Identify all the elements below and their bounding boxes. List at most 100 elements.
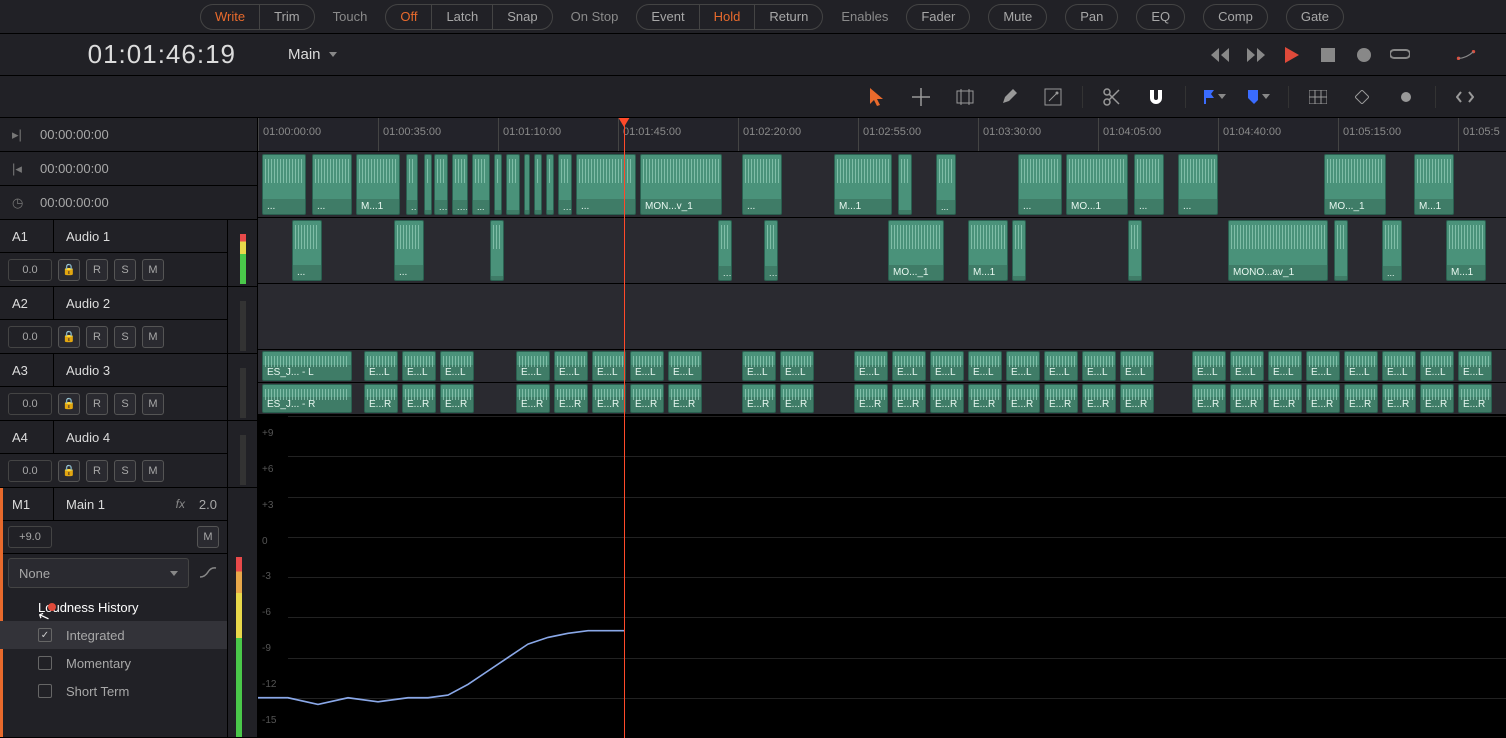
mute-button[interactable]: M bbox=[142, 326, 164, 348]
mute-button[interactable]: M bbox=[142, 259, 164, 281]
audio-clip[interactable]: E...R bbox=[1458, 384, 1492, 414]
audio-clip[interactable]: E...L bbox=[668, 351, 702, 381]
track-a2-lane[interactable]: ............MO..._1M...1MONO...av_1...M.… bbox=[258, 218, 1506, 284]
trim-button[interactable]: Trim bbox=[259, 5, 314, 29]
audio-clip[interactable]: E...L bbox=[854, 351, 888, 381]
mute-pill[interactable]: Mute bbox=[988, 4, 1047, 30]
audio-clip[interactable]: E...R bbox=[1120, 384, 1154, 414]
magnet-icon[interactable] bbox=[1145, 86, 1167, 108]
audio-clip[interactable]: ES_J... - L bbox=[262, 351, 352, 381]
curve-icon[interactable] bbox=[197, 562, 219, 584]
solo-button[interactable]: S bbox=[114, 393, 136, 415]
audio-clip[interactable]: E...L bbox=[892, 351, 926, 381]
track-name[interactable]: Audio 2 bbox=[54, 296, 110, 311]
marker-blue-icon[interactable] bbox=[1248, 86, 1270, 108]
audio-clip[interactable]: ... bbox=[312, 154, 352, 215]
audio-clip[interactable]: E...L bbox=[1344, 351, 1378, 381]
m1-mute-button[interactable]: M bbox=[197, 526, 219, 548]
write-button[interactable]: Write bbox=[201, 5, 259, 29]
audio-clip[interactable]: ... bbox=[262, 154, 306, 215]
pan-pill[interactable]: Pan bbox=[1065, 4, 1118, 30]
audio-clip[interactable]: E...R bbox=[440, 384, 474, 414]
track-volume[interactable]: 0.0 bbox=[8, 259, 52, 281]
lock-button[interactable]: 🔒 bbox=[58, 460, 80, 482]
gate-pill[interactable]: Gate bbox=[1286, 4, 1344, 30]
audio-clip[interactable]: E...R bbox=[892, 384, 926, 414]
audio-clip[interactable]: ... bbox=[742, 154, 782, 215]
audio-clip[interactable]: E...L bbox=[1082, 351, 1116, 381]
audio-clip[interactable]: E...L bbox=[630, 351, 664, 381]
audio-clip[interactable]: ... bbox=[434, 154, 448, 215]
pencil-tool-icon[interactable] bbox=[998, 86, 1020, 108]
shortterm-checkbox-row[interactable]: Short Term bbox=[0, 677, 227, 705]
crosshair-tool-icon[interactable] bbox=[910, 86, 932, 108]
audio-clip[interactable]: M...1 bbox=[834, 154, 892, 215]
audio-clip[interactable] bbox=[506, 154, 520, 215]
audio-clip[interactable]: E...L bbox=[440, 351, 474, 381]
audio-clip[interactable]: E...L bbox=[1230, 351, 1264, 381]
audio-clip[interactable]: MONO...av_1 bbox=[1228, 220, 1328, 281]
main-timecode[interactable]: 01:01:46:19 bbox=[0, 39, 258, 70]
timeline-area[interactable]: 01:00:00:0001:00:35:0001:01:10:0001:01:4… bbox=[258, 118, 1506, 738]
audio-clip[interactable]: E...L bbox=[1458, 351, 1492, 381]
track-name[interactable]: Audio 4 bbox=[54, 430, 110, 445]
arm-button[interactable]: R bbox=[86, 460, 108, 482]
audio-clip[interactable]: M...1 bbox=[1446, 220, 1486, 281]
audio-clip[interactable]: ... bbox=[718, 220, 732, 281]
integrated-checkbox-row[interactable]: ✓ Integrated bbox=[0, 621, 227, 649]
audio-clip[interactable]: E...L bbox=[1120, 351, 1154, 381]
audio-clip[interactable]: ... bbox=[472, 154, 490, 215]
audio-clip[interactable]: E...R bbox=[780, 384, 814, 414]
audio-clip[interactable]: E...R bbox=[930, 384, 964, 414]
code-icon[interactable] bbox=[1454, 86, 1476, 108]
audio-clip[interactable]: E...L bbox=[592, 351, 626, 381]
audio-clip[interactable]: E...L bbox=[742, 351, 776, 381]
momentary-checkbox-row[interactable]: Momentary bbox=[0, 649, 227, 677]
event-button[interactable]: Event bbox=[637, 5, 698, 29]
hold-button[interactable]: Hold bbox=[699, 5, 755, 29]
audio-clip[interactable]: ... bbox=[1018, 154, 1062, 215]
audio-clip[interactable]: E...L bbox=[1044, 351, 1078, 381]
solo-button[interactable]: S bbox=[114, 460, 136, 482]
track-a1-lane[interactable]: ......M...1..................MON...v_1..… bbox=[258, 152, 1506, 218]
automation-curve-icon[interactable] bbox=[1456, 45, 1476, 65]
audio-clip[interactable]: E...L bbox=[1006, 351, 1040, 381]
audio-clip[interactable]: E...R bbox=[854, 384, 888, 414]
audio-clip[interactable] bbox=[1128, 220, 1142, 281]
audio-clip[interactable]: E...R bbox=[1082, 384, 1116, 414]
m1-automation-select[interactable]: None bbox=[8, 558, 189, 588]
audio-clip[interactable]: E...L bbox=[1268, 351, 1302, 381]
scissors-icon[interactable] bbox=[1101, 86, 1123, 108]
bus-selector[interactable]: Main bbox=[258, 46, 378, 63]
audio-clip[interactable]: ... bbox=[1178, 154, 1218, 215]
audio-clip[interactable] bbox=[546, 154, 554, 215]
audio-clip[interactable] bbox=[524, 154, 530, 215]
track-name[interactable]: Audio 1 bbox=[54, 229, 110, 244]
audio-clip[interactable]: ... bbox=[764, 220, 778, 281]
rewind-button[interactable] bbox=[1210, 45, 1230, 65]
audio-clip[interactable]: ... bbox=[936, 154, 956, 215]
track-volume[interactable]: 0.0 bbox=[8, 393, 52, 415]
grid-view-icon[interactable] bbox=[1307, 86, 1329, 108]
audio-clip[interactable]: E...R bbox=[1006, 384, 1040, 414]
audio-clip[interactable]: E...R bbox=[1230, 384, 1264, 414]
audio-clip[interactable] bbox=[1012, 220, 1026, 281]
audio-clip[interactable]: E...R bbox=[1344, 384, 1378, 414]
circle-icon[interactable] bbox=[1395, 86, 1417, 108]
audio-clip[interactable]: E...L bbox=[554, 351, 588, 381]
timeline-ruler[interactable]: 01:00:00:0001:00:35:0001:01:10:0001:01:4… bbox=[258, 118, 1506, 152]
audio-clip[interactable]: E...R bbox=[742, 384, 776, 414]
audio-clip[interactable]: E...L bbox=[1420, 351, 1454, 381]
audio-clip[interactable] bbox=[494, 154, 502, 215]
loop-button[interactable] bbox=[1390, 45, 1410, 65]
lock-button[interactable]: 🔒 bbox=[58, 393, 80, 415]
audio-clip[interactable]: E...R bbox=[1044, 384, 1078, 414]
return-button[interactable]: Return bbox=[754, 5, 822, 29]
latch-button[interactable]: Latch bbox=[431, 5, 492, 29]
arm-button[interactable]: R bbox=[86, 393, 108, 415]
flag-blue-icon[interactable] bbox=[1204, 86, 1226, 108]
audio-clip[interactable]: E...L bbox=[1382, 351, 1416, 381]
audio-clip[interactable]: E...R bbox=[1192, 384, 1226, 414]
audio-clip[interactable]: M...1 bbox=[968, 220, 1008, 281]
arm-button[interactable]: R bbox=[86, 326, 108, 348]
